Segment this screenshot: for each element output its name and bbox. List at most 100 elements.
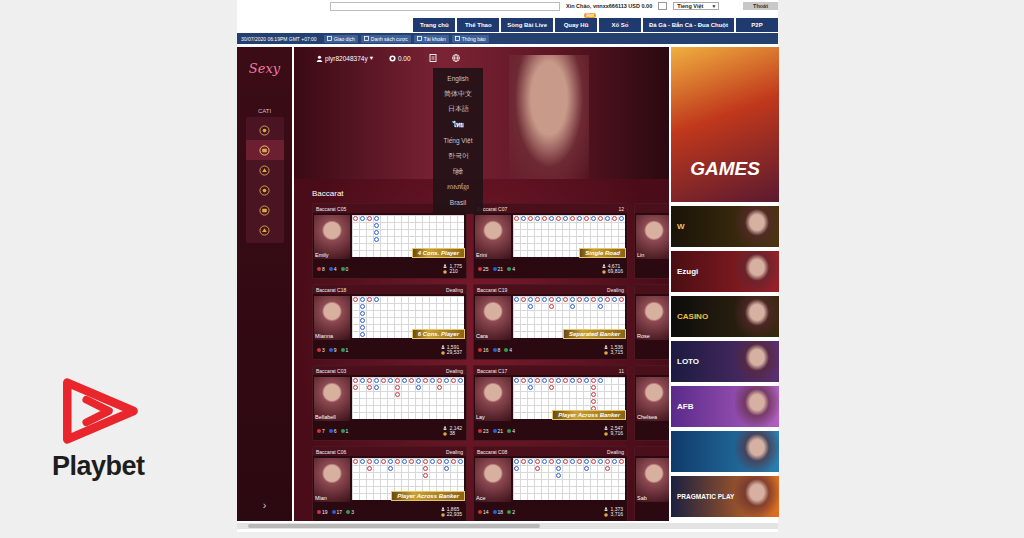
provider-banner[interactable] [671, 431, 779, 472]
result-count: 1 [341, 347, 349, 353]
road-mark [367, 216, 372, 221]
language-option[interactable]: 한국어 [433, 149, 483, 165]
table-card[interactable]: Baccarat C19 Dealing Cara Separated Bank… [473, 284, 628, 360]
nav-tab[interactable]: Quay Hũ Hot [555, 18, 597, 32]
table-numbers: 2,142 38 [443, 426, 462, 437]
road-mark [521, 459, 526, 464]
table-numbers: 1,865 22,935 [441, 507, 462, 518]
nav-tab[interactable]: Sòng Bài Live [501, 18, 553, 32]
person-icon [441, 345, 445, 349]
search-field[interactable] [330, 2, 560, 11]
nav-tab[interactable]: Thể Thao [457, 18, 499, 32]
dealer-photo: Mian [314, 458, 350, 502]
brand-name: Playbet [52, 451, 237, 482]
category-list [246, 117, 284, 243]
provider-banner[interactable]: Ezugi [671, 251, 779, 292]
result-dot [329, 429, 333, 433]
nav-tab[interactable]: Đá Gà - Bắn Cá - Đua Chuột [643, 18, 734, 32]
road-mark [584, 459, 589, 464]
table-card[interactable]: Baccarat C18 Dealing Mianna 6 Cons. Play… [312, 284, 467, 360]
table-card[interactable]: Rose [634, 284, 669, 360]
language-option[interactable]: 日本語 [433, 102, 483, 118]
category-item[interactable] [246, 160, 284, 180]
language-option[interactable]: ភាសាខ្មែរ [433, 180, 483, 196]
scroll-thumb[interactable] [248, 524, 540, 528]
road-mark [423, 378, 428, 383]
dealer-photo: Chelsea [636, 377, 669, 421]
language-option[interactable]: Tiếng Việt [433, 133, 483, 149]
table-numbers: 1,591 29,537 [441, 345, 462, 356]
language-option[interactable]: हिंदी [433, 164, 483, 180]
wallet-icon[interactable] [658, 2, 667, 10]
language-option[interactable]: 简体中文 [433, 87, 483, 103]
result-dot [478, 510, 482, 514]
page: Playbet Xin Chào, vnnxx666113 USD 0.00 T… [0, 0, 1024, 538]
provider-banner[interactable]: PRAGMATIC PLAY [671, 476, 779, 517]
road-mark [353, 297, 358, 302]
category-item[interactable] [246, 180, 284, 200]
language-option[interactable]: English [433, 71, 483, 87]
road-mark [535, 297, 540, 302]
road-mark [577, 297, 582, 302]
sub-link-label: Thông báo [462, 36, 486, 42]
count-value: 16 [483, 347, 489, 353]
table-card[interactable]: Lin [634, 203, 669, 279]
table-card[interactable]: Baccarat C03 Dealing Bellabell 7 6 1 2,1… [312, 365, 467, 441]
expand-button[interactable]: › [263, 499, 267, 511]
sub-link[interactable]: Tài khoản [414, 35, 449, 43]
category-item[interactable] [246, 120, 284, 140]
road-map [352, 377, 464, 419]
sub-link[interactable]: Danh sách cược [361, 35, 411, 43]
main-nav: Trang chủ Thể Thao Sòng Bài Live Quay Hũ… [237, 18, 778, 32]
category-item[interactable] [246, 140, 284, 160]
nav-tab[interactable]: P2P [736, 18, 778, 32]
provider-banner[interactable]: GAMES [671, 47, 779, 202]
road-mark [437, 459, 442, 464]
dealer-name: Erini [476, 252, 487, 258]
language-option[interactable]: ไทย [433, 118, 483, 134]
provider-banner[interactable]: AFB [671, 386, 779, 427]
table-card[interactable]: Sab [634, 446, 669, 521]
logout-button[interactable]: Thoát [743, 2, 778, 10]
sub-link[interactable]: Giao dịch [324, 35, 358, 43]
language-select[interactable]: Tiếng Việt ▾ [673, 2, 719, 10]
table-status: 11 [619, 368, 624, 374]
table-card[interactable]: Baccarat C06 Dealing Mian Player Across … [312, 446, 467, 521]
provider-name: CASINO [677, 312, 708, 321]
road-mark [563, 378, 568, 383]
result-count: 4 [504, 347, 512, 353]
table-title: Baccarat C18 [316, 287, 346, 293]
table-card[interactable]: Baccarat C05 Emily 4 Cons. Player 8 4 0 … [312, 203, 467, 279]
bets-value: 3,715 [610, 350, 623, 356]
trend-badge: Player Across Banker [552, 410, 626, 420]
provider-banner[interactable]: CASINO [671, 296, 779, 337]
bets-value: 29,537 [447, 350, 462, 356]
result-count: 1 [341, 428, 349, 434]
language-option[interactable]: Brasil [433, 195, 483, 211]
history-icon[interactable] [429, 54, 437, 62]
game-lobby: plyr82048374y ▾ 0.00 Baccarat Baccarat C… [294, 47, 669, 521]
money-icon [602, 270, 606, 274]
provider-banner[interactable]: W [671, 206, 779, 247]
table-card[interactable]: Baccarat C08 Dealing Ace 14 18 2 1,373 3… [473, 446, 628, 521]
game-frame: Sexy CATI › plyr82048374y ▾ 0.00 Baccara… [237, 47, 778, 521]
road-mark [591, 459, 596, 464]
globe-icon[interactable] [452, 54, 460, 62]
road-mark [619, 297, 624, 302]
category-item[interactable] [246, 200, 284, 220]
table-card[interactable]: Baccarat C07 12 Erini Single Road 25 21 … [473, 203, 628, 279]
category-item[interactable] [246, 220, 284, 240]
result-dot [317, 348, 321, 352]
user-menu[interactable]: plyr82048374y ▾ [316, 54, 373, 62]
count-value: 6 [334, 428, 337, 434]
horizontal-scrollbar[interactable] [237, 523, 778, 529]
nav-tab[interactable]: Xổ Số [599, 18, 641, 32]
table-status: Dealing [446, 368, 463, 374]
trend-badge: 6 Cons. Player [412, 329, 465, 339]
nav-tab[interactable]: Trang chủ [413, 18, 455, 32]
result-dot [478, 429, 482, 433]
table-card[interactable]: Baccarat C17 11 Lay Player Across Banker… [473, 365, 628, 441]
sub-link[interactable]: Thông báo [452, 35, 489, 43]
provider-banner[interactable]: LOTO [671, 341, 779, 382]
table-card[interactable]: Chelsea [634, 365, 669, 441]
